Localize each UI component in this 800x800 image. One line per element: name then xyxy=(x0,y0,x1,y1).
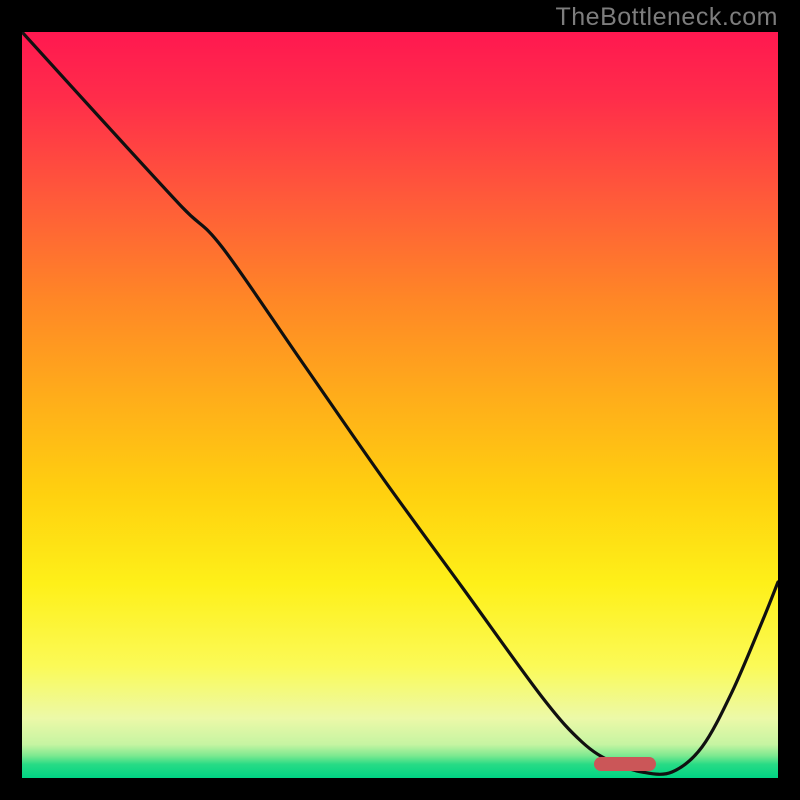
watermark-text: TheBottleneck.com xyxy=(556,3,779,32)
optimal-range-marker xyxy=(594,757,656,771)
heatmap-gradient-background xyxy=(22,32,778,778)
chart-frame: TheBottleneck.com xyxy=(0,0,800,800)
plot-area xyxy=(22,32,778,778)
